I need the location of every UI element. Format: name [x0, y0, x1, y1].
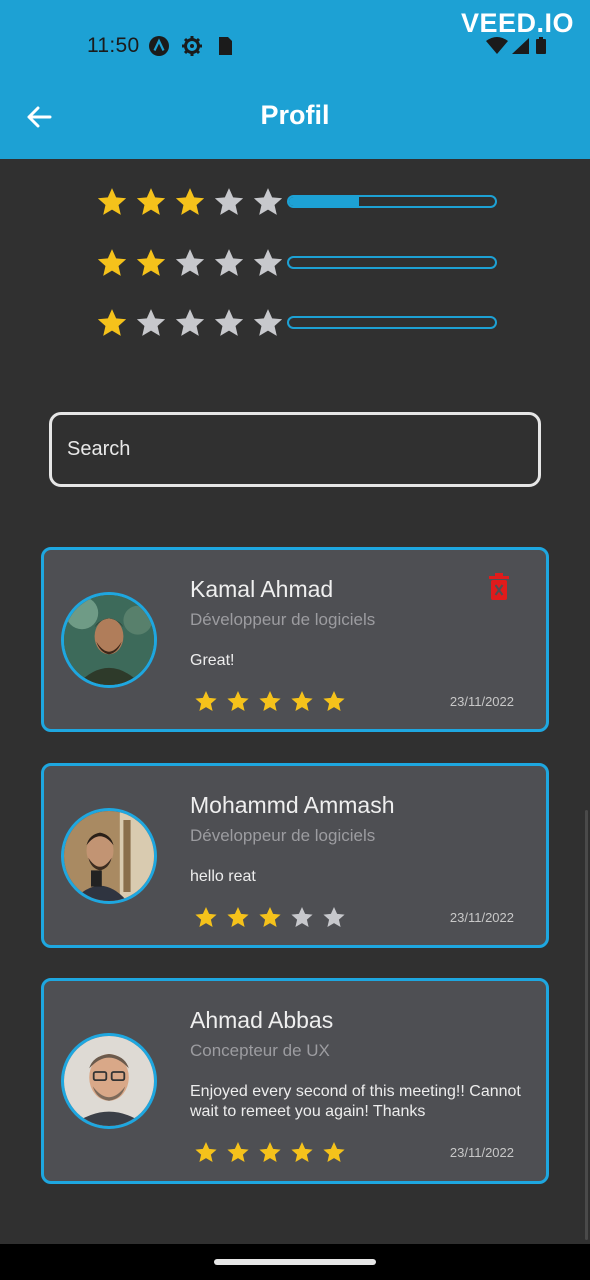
star-empty-icon: [136, 309, 166, 336]
review-comment: Great!: [190, 652, 235, 669]
veed-watermark: VEED.IO: [460, 8, 574, 38]
battery-icon: [536, 39, 546, 54]
rating-stars: [96, 186, 284, 217]
star-filled-icon: [97, 249, 127, 276]
search-input[interactable]: [52, 415, 538, 484]
reviewer-name: Ahmad Abbas: [190, 1007, 334, 1033]
avatar: [61, 592, 157, 688]
home-indicator[interactable]: [214, 1259, 376, 1265]
sim-icon: [219, 37, 232, 55]
rating-summary-row: [96, 186, 500, 216]
star-empty-icon: [253, 309, 283, 336]
signal-icon: [512, 38, 529, 54]
star-filled-icon: [97, 309, 127, 336]
review-date: 23/11/2022: [449, 694, 514, 709]
reviewer-role: Concepteur de UX: [190, 1041, 330, 1060]
star-filled-icon: [227, 691, 249, 711]
review-comment: Enjoyed every second of this meeting!! C…: [190, 1083, 521, 1120]
app-header: 11:50 VEED.IO Profil: [0, 0, 590, 159]
star-filled-icon: [323, 691, 345, 711]
star-filled-icon: [97, 188, 127, 215]
review-card: Mohammd Ammash Développeur de logiciels …: [41, 763, 549, 948]
star-empty-icon: [214, 249, 244, 276]
page-title: Profil: [260, 100, 330, 130]
rating-progress-bar: [287, 256, 497, 269]
review-date: 23/11/2022: [449, 1145, 514, 1160]
status-time: 11:50: [87, 34, 140, 57]
navigation-bar: [0, 1244, 590, 1280]
rating-summary-row: [96, 247, 500, 277]
star-filled-icon: [259, 907, 281, 927]
star-empty-icon: [214, 188, 244, 215]
star-empty-icon: [323, 907, 345, 927]
star-empty-icon: [253, 249, 283, 276]
review-stars: [194, 1140, 346, 1164]
star-empty-icon: [291, 907, 313, 927]
star-filled-icon: [227, 1142, 249, 1162]
star-filled-icon: [259, 1142, 281, 1162]
rating-progress-fill: [289, 197, 360, 206]
avatar: [61, 808, 157, 904]
review-card: Ahmad Abbas Concepteur de UX Enjoyed eve…: [41, 978, 549, 1184]
star-empty-icon: [175, 309, 205, 336]
reviewer-name: Kamal Ahmad: [190, 576, 334, 602]
delete-icon[interactable]: [488, 573, 510, 601]
rating-stars: [96, 247, 284, 278]
star-empty-icon: [253, 188, 283, 215]
rating-progress-bar: [287, 195, 497, 208]
review-comment: hello reat: [190, 868, 256, 885]
star-filled-icon: [175, 188, 205, 215]
star-filled-icon: [227, 907, 249, 927]
review-stars: [194, 689, 346, 713]
star-filled-icon: [291, 1142, 313, 1162]
star-filled-icon: [259, 691, 281, 711]
star-filled-icon: [195, 1142, 217, 1162]
a-icon: [149, 36, 169, 56]
reviewer-role: Développeur de logiciels: [190, 826, 376, 845]
star-filled-icon: [195, 907, 217, 927]
star-filled-icon: [291, 691, 313, 711]
settings-icon: [182, 36, 202, 56]
wifi-icon: [486, 37, 508, 54]
star-filled-icon: [136, 188, 166, 215]
star-empty-icon: [175, 249, 205, 276]
system-status-icons: [486, 37, 546, 54]
star-filled-icon: [323, 1142, 345, 1162]
search-box[interactable]: [49, 412, 541, 487]
reviewer-name: Mohammd Ammash: [190, 792, 395, 818]
reviewer-role: Développeur de logiciels: [190, 610, 376, 629]
review-card: Kamal Ahmad Développeur de logiciels Gre…: [41, 547, 549, 732]
rating-progress-bar: [287, 316, 497, 329]
rating-summary-row: [96, 307, 500, 337]
rating-stars: [96, 307, 284, 338]
star-filled-icon: [195, 691, 217, 711]
avatar: [61, 1033, 157, 1129]
review-stars: [194, 905, 346, 929]
scrollbar[interactable]: [585, 810, 588, 1240]
star-empty-icon: [214, 309, 244, 336]
star-filled-icon: [136, 249, 166, 276]
review-date: 23/11/2022: [449, 910, 514, 925]
